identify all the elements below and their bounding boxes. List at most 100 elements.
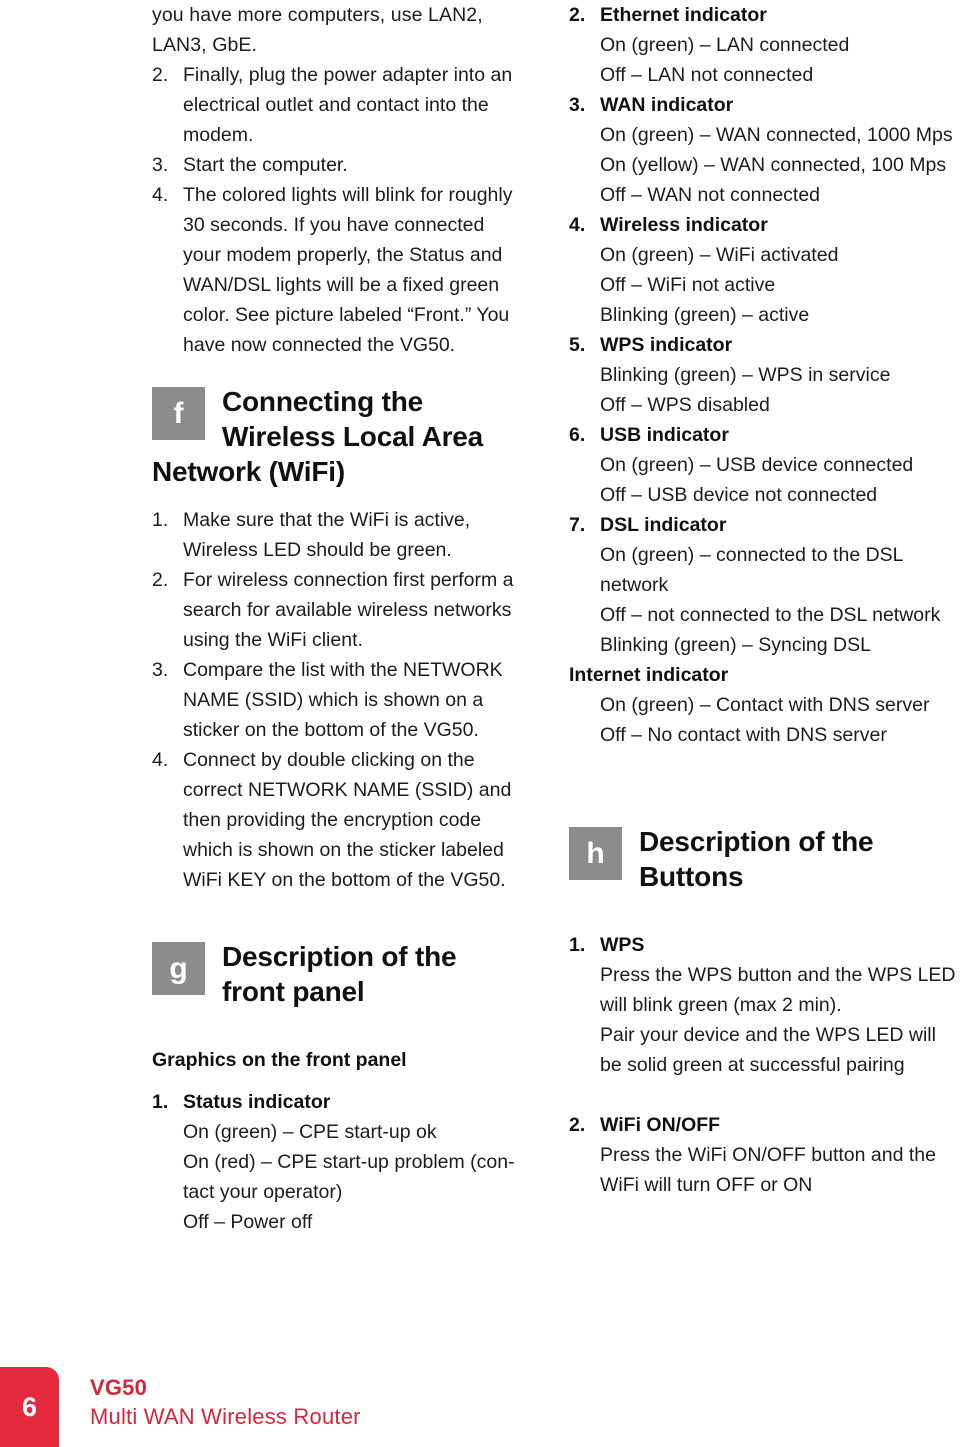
front-panel-subheading: Graphics on the front panel — [152, 1049, 407, 1071]
indicator-state-line: On (green) – WiFi activated — [600, 244, 839, 266]
list-item-number: 3. — [569, 94, 586, 116]
list-item-number: 4. — [152, 749, 169, 771]
buttons-description-list: 1. WPS Press the WPS button and the WPS … — [569, 930, 960, 1200]
indicator-title: USB indicator — [600, 424, 729, 446]
left-column: you have more computers, use LAN2, LAN3,… — [152, 0, 517, 1237]
section-title-h: Description of the Buttons — [639, 826, 874, 892]
indicator-state-line: Off – WAN not connected — [600, 184, 821, 206]
list-item-number: 3. — [152, 659, 169, 681]
list-item-number: 1. — [152, 1091, 169, 1113]
list-item: 7. DSL indicator On (green) – connected … — [569, 510, 960, 660]
section-badge-h-icon: h — [569, 827, 622, 880]
section-badge-g-icon: g — [152, 942, 205, 995]
intro-continuation-text: you have more computers, use LAN2, LAN3,… — [152, 4, 483, 56]
list-item: 1. Status indicator On (green) – CPE sta… — [152, 1087, 517, 1237]
indicator-state-line: Off – WiFi not active — [600, 274, 776, 296]
list-item-number: 4. — [569, 214, 586, 236]
indicator-state-line: Off – No contact with DNS server — [600, 724, 887, 746]
status-indicator-list: 1. Status indicator On (green) – CPE sta… — [152, 1087, 517, 1237]
section-heading-g: g Description of the front panel — [152, 939, 517, 1009]
panel-indicator-list: 2. Ethernet indicator On (green) – LAN c… — [569, 0, 960, 750]
indicator-title: Status indicator — [183, 1091, 331, 1113]
footer-product-subtitle: Multi WAN Wireless Router — [90, 1404, 361, 1429]
list-item-number: 7. — [569, 514, 586, 536]
indicator-state-line: On (yellow) – WAN connected, 100 Mps — [600, 154, 947, 176]
list-item: 3. WAN indicator On (green) – WAN connec… — [569, 90, 960, 210]
list-item-number: 6. — [569, 424, 586, 446]
list-item: 4. The colored lights will blink for rou… — [152, 180, 517, 360]
list-item: 2. For wireless connection first perform… — [152, 565, 517, 655]
indicator-title: WPS indicator — [600, 334, 733, 356]
list-item-number: 4. — [152, 184, 169, 206]
list-item: 4. Wireless indicator On (green) – WiFi … — [569, 210, 960, 330]
section-title-f: Connecting the Wireless Local Area Netwo… — [152, 386, 484, 487]
list-item-text: The colored lights will blink for roughl… — [183, 184, 513, 356]
list-item-number: 3. — [152, 154, 169, 176]
list-item-number: 2. — [152, 569, 169, 591]
indicator-title: DSL indicator — [600, 514, 727, 536]
section-heading-h: h Description of the Buttons — [569, 824, 960, 894]
list-item: 2. WiFi ON/OFF Press the WiFi ON/OFF but… — [569, 1110, 960, 1200]
indicator-state-line: Off – not connected to the DSL network — [600, 604, 941, 626]
indicator-title: Internet indicator — [569, 664, 729, 686]
list-item: 4. Connect by double clicking on the cor… — [152, 745, 517, 895]
button-description-line: Pair your device and the WPS LED will be… — [600, 1024, 936, 1076]
setup-steps-list: 2. Finally, plug the power adapter into … — [152, 60, 517, 360]
indicator-state-line: Off – WPS disabled — [600, 394, 770, 416]
list-item-number: 5. — [569, 334, 586, 356]
section-heading-f: f Connecting the Wireless Local Area Net… — [152, 384, 517, 489]
list-item: 3. Compare the list with the NETWORK NAM… — [152, 655, 517, 745]
footer-product-name: VG50 — [90, 1375, 148, 1400]
button-title: WiFi ON/OFF — [600, 1114, 721, 1136]
list-item-text: For wireless connection first perform a … — [183, 569, 514, 651]
indicator-state-line: Off – LAN not connected — [600, 64, 814, 86]
list-item-text: Finally, plug the power adapter into an … — [183, 64, 513, 146]
indicator-state-line: Blinking (green) – WPS in service — [600, 364, 891, 386]
list-item-number: 2. — [569, 1114, 586, 1136]
list-item: 5. WPS indicator Blinking (green) – WPS … — [569, 330, 960, 420]
page-number-badge: 6 — [0, 1367, 59, 1447]
list-item: 3. Start the computer. — [152, 150, 517, 180]
list-item-number: 2. — [152, 64, 169, 86]
indicator-title: WAN indicator — [600, 94, 734, 116]
indicator-state-line: Off – Power off — [183, 1211, 313, 1233]
section-badge-f-icon: f — [152, 387, 205, 440]
indicator-state-line: On (green) – LAN connected — [600, 34, 850, 56]
button-description-line: Press the WiFi ON/OFF button and the WiF… — [600, 1144, 936, 1196]
list-item: 1. WPS Press the WPS button and the WPS … — [569, 930, 960, 1080]
list-item-number: 1. — [569, 934, 586, 956]
wifi-steps-list: 1. Make sure that the WiFi is active, Wi… — [152, 505, 517, 895]
list-item: Internet indicator On (green) – Contact … — [569, 660, 960, 750]
list-item-number: 2. — [569, 4, 586, 26]
section-title-g: Description of the front panel — [222, 941, 457, 1007]
page-footer: 6 VG50 Multi WAN Wireless Router — [0, 1367, 960, 1447]
footer-branding: VG50 Multi WAN Wireless Router — [90, 1373, 361, 1432]
indicator-state-line: On (red) – CPE start-up problem (con-tac… — [183, 1151, 515, 1203]
button-description-line: Press the WPS button and the WPS LED wil… — [600, 964, 956, 1016]
indicator-state-line: Blinking (green) – active — [600, 304, 810, 326]
indicator-state-line: On (green) – USB device connected — [600, 454, 914, 476]
button-title: WPS — [600, 934, 645, 956]
indicator-state-line: Blinking (green) – Syncing DSL — [600, 634, 871, 656]
indicator-title: Ethernet indicator — [600, 4, 767, 26]
list-item-number: 1. — [152, 509, 169, 531]
indicator-state-line: Off – USB device not connected — [600, 484, 878, 506]
list-item: 1. Make sure that the WiFi is active, Wi… — [152, 505, 517, 565]
list-item: 2. Ethernet indicator On (green) – LAN c… — [569, 0, 960, 90]
list-item-text: Start the computer. — [183, 154, 348, 176]
indicator-state-line: On (green) – CPE start-up ok — [183, 1121, 437, 1143]
right-column: 2. Ethernet indicator On (green) – LAN c… — [569, 0, 960, 1200]
indicator-state-line: On (green) – WAN connected, 1000 Mps — [600, 124, 953, 146]
list-item: 2. Finally, plug the power adapter into … — [152, 60, 517, 150]
list-item-text: Connect by double clicking on the correc… — [183, 749, 512, 891]
document-page: you have more computers, use LAN2, LAN3,… — [0, 0, 960, 1447]
